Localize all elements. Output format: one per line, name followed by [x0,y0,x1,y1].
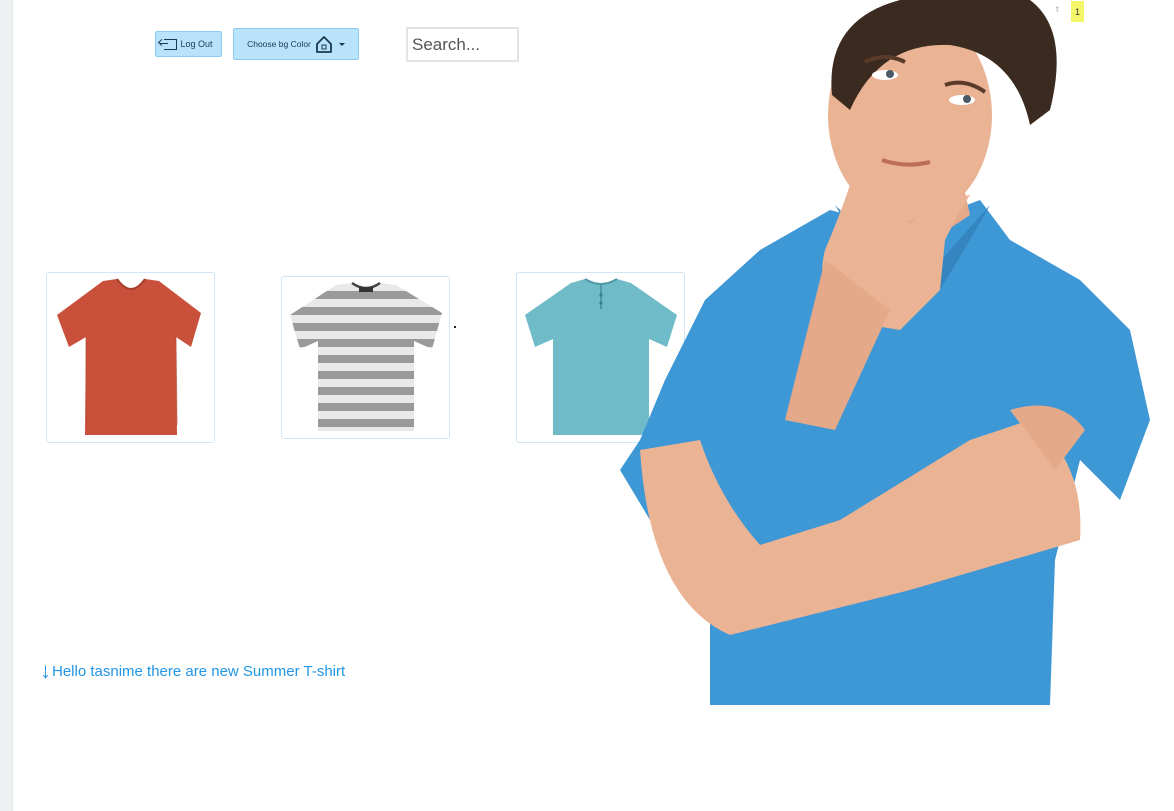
new-arrivals-message: ↓ Hello tasnime there are new Summer T-s… [40,660,345,682]
thinking-man-image [620,0,1150,705]
product-card-striped-tshirt[interactable] [281,276,450,439]
house-icon [315,36,332,53]
logout-button[interactable]: Log Out [155,31,222,57]
new-arrivals-text: Hello tasnime there are new Summer T-shi… [52,662,346,680]
chevron-down-icon [338,42,345,46]
striped-tshirt-image [289,281,442,431]
logout-icon [160,38,178,50]
product-card-red-tshirt[interactable] [46,272,215,443]
logout-label: Log Out [180,39,213,49]
red-tshirt-image [56,277,201,435]
choose-bg-color-label: Choose bg Color [247,39,311,49]
stray-dot [454,326,456,328]
search-input[interactable] [406,27,519,62]
left-rail [0,0,13,811]
arrow-down-icon: ↓ [40,658,51,683]
choose-bg-color-button[interactable]: Choose bg Color [233,28,359,60]
